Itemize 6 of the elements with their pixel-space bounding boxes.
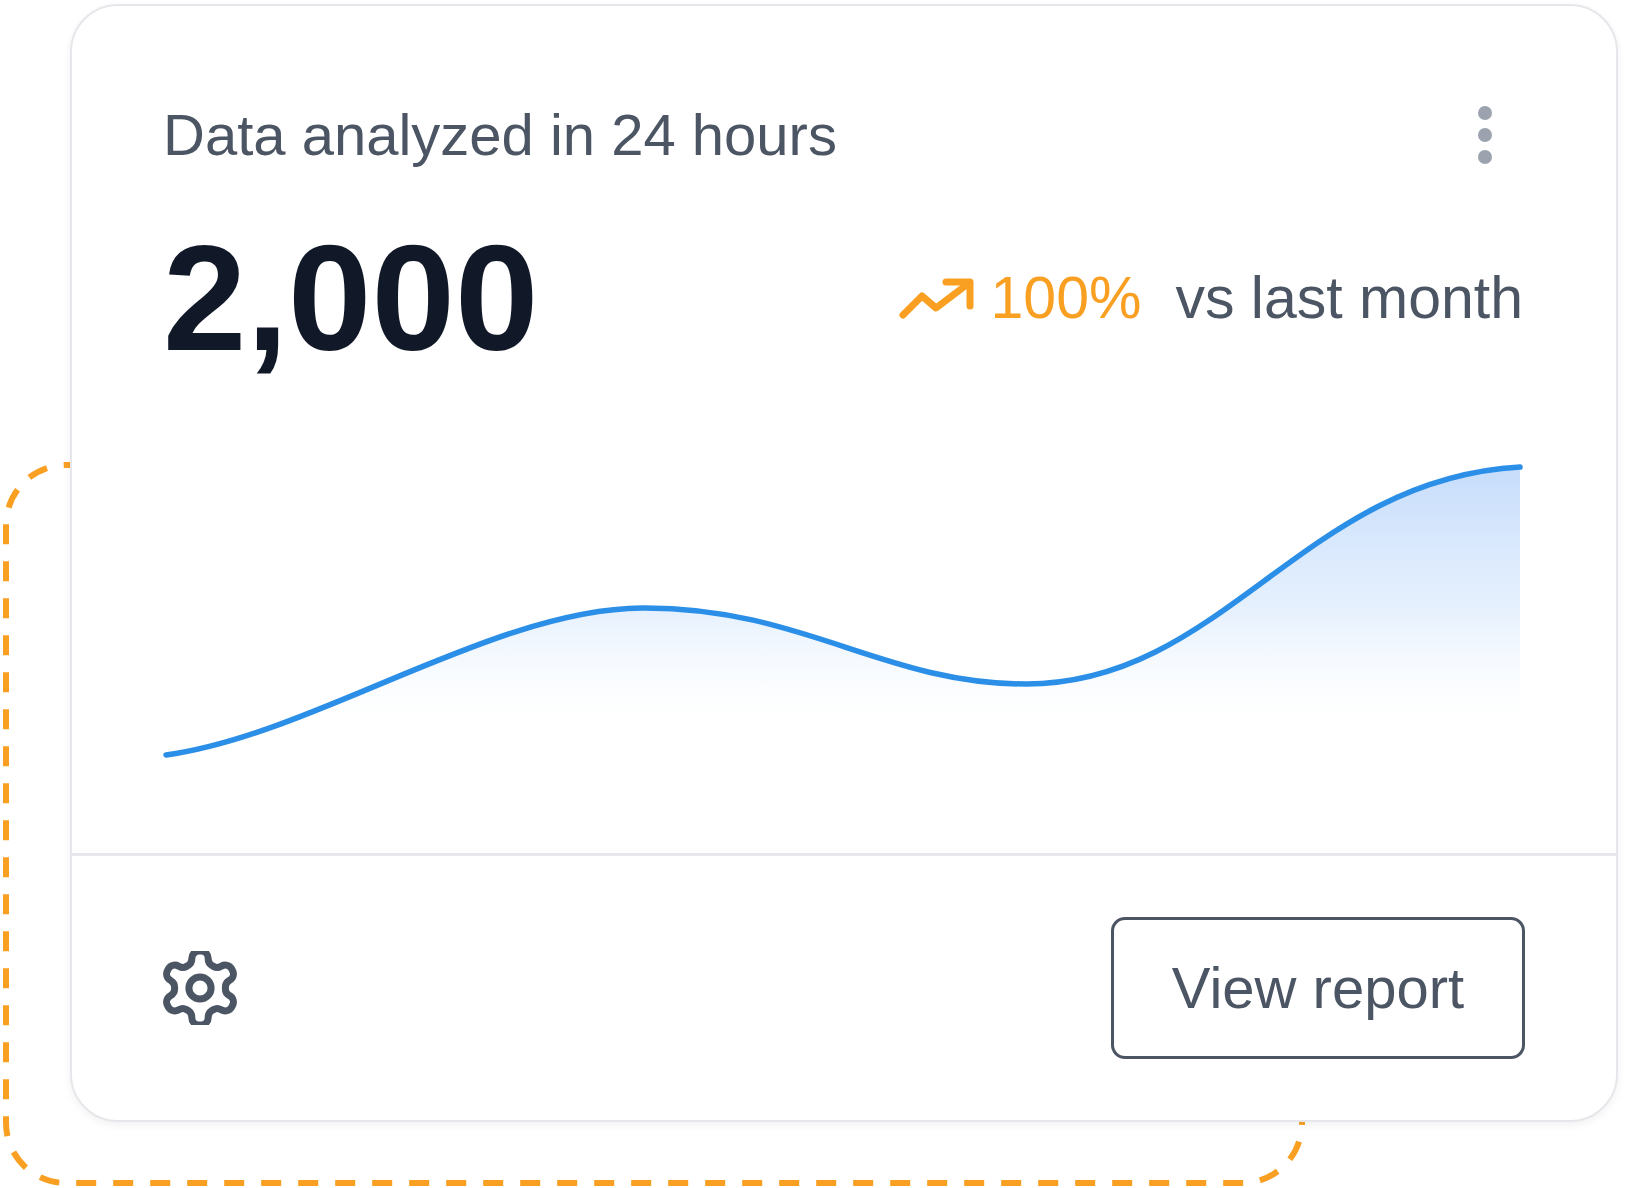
trend-percent: 100%	[990, 268, 1142, 328]
metric-value: 2,000	[163, 223, 539, 373]
trend-label: vs last month	[1175, 268, 1523, 328]
view-report-button[interactable]: View report	[1111, 917, 1525, 1059]
settings-icon[interactable]	[163, 951, 237, 1025]
trend-up-icon	[898, 277, 975, 319]
